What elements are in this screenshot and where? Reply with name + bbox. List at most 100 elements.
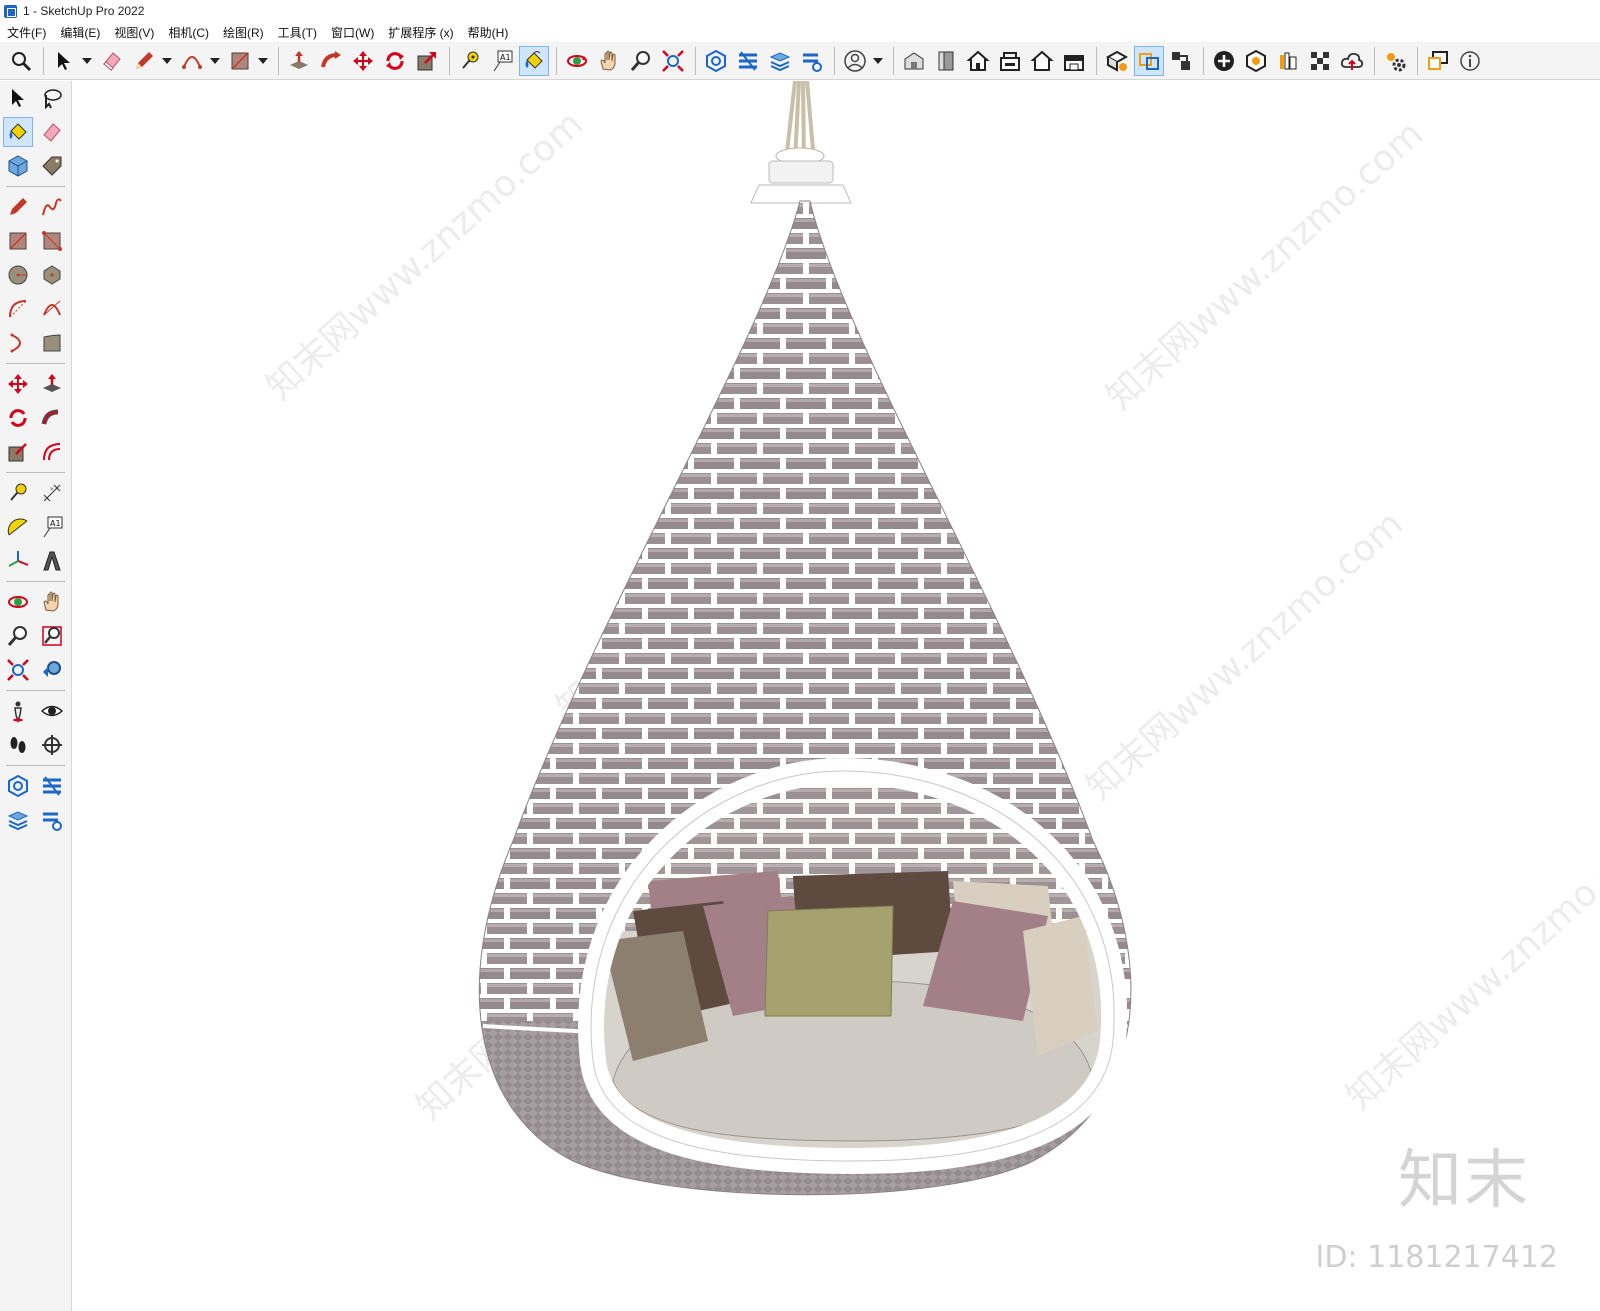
extension-warehouse-icon[interactable] [733,46,763,76]
eraser-icon[interactable] [37,117,67,147]
left-view-icon[interactable] [1059,46,1089,76]
info-icon[interactable] [1455,46,1485,76]
push-pull-icon[interactable] [37,369,67,399]
move-icon[interactable] [348,46,378,76]
menu-camera[interactable]: 相机(C) [161,24,216,41]
paint-bucket-icon[interactable] [3,117,33,147]
pencil-icon[interactable] [129,46,159,76]
scale-icon[interactable] [3,437,33,467]
text-icon[interactable]: A1 [37,512,67,542]
settings-icon[interactable] [1380,46,1410,76]
section-cuts-icon[interactable] [1166,46,1196,76]
arc-dropdown[interactable] [209,46,221,76]
tag-icon[interactable] [37,151,67,181]
rectangle-icon[interactable] [225,46,255,76]
menu-file[interactable]: 文件(F) [0,24,53,41]
select-icon[interactable] [49,46,79,76]
rotated-rectangle-icon[interactable] [37,226,67,256]
tape-measure-icon[interactable] [3,478,33,508]
section-plane-icon[interactable] [1102,46,1132,76]
zoom-extents-icon[interactable] [658,46,688,76]
styles-icon[interactable] [1273,46,1303,76]
iso-view-icon[interactable] [899,46,929,76]
lasso-select-icon[interactable] [37,83,67,113]
account-dropdown[interactable] [872,46,884,76]
right-view-icon[interactable] [995,46,1025,76]
layout-icon[interactable] [3,805,33,835]
three-point-arc-icon[interactable] [3,328,33,358]
top-view-icon[interactable] [963,46,993,76]
axes-icon[interactable] [3,546,33,576]
menu-help[interactable]: 帮助(H) [461,24,516,41]
section-plane-icon[interactable] [37,730,67,760]
circle-icon[interactable] [3,260,33,290]
paint-bucket-icon[interactable] [519,45,549,76]
pie-icon[interactable] [37,328,67,358]
hanging-rope [775,81,825,165]
pencil-dropdown[interactable] [161,46,173,76]
offset-icon[interactable] [37,437,67,467]
solid-tool-icon[interactable] [1209,46,1239,76]
warehouse-icon[interactable] [701,46,731,76]
two-point-arc-icon[interactable] [37,294,67,324]
polygon-icon[interactable] [37,260,67,290]
previous-view-icon[interactable] [37,655,67,685]
menu-window[interactable]: 窗口(W) [324,24,381,41]
rotate-icon[interactable] [3,403,33,433]
zoom-extents-icon[interactable] [3,655,33,685]
arc-icon[interactable] [3,294,33,324]
3d-text-icon[interactable] [37,546,67,576]
model-viewport[interactable]: 知末网www.znzmo.com 知末网www.znzmo.com 知末网www… [73,81,1600,1311]
menu-draw[interactable]: 绘图(R) [216,24,271,41]
rotate-icon[interactable] [380,46,410,76]
xray-icon[interactable] [1305,46,1335,76]
account-icon[interactable] [840,46,870,76]
line-icon[interactable] [3,192,33,222]
menu-tools[interactable]: 工具(T) [271,24,324,41]
dialog-icon[interactable] [1423,46,1453,76]
back-view-icon[interactable] [1027,46,1057,76]
component-icon[interactable] [3,151,33,181]
extension-warehouse-icon[interactable] [37,771,67,801]
pan-icon[interactable] [594,46,624,76]
display-section-icon[interactable] [1134,45,1164,76]
zoom-window-icon[interactable] [37,621,67,651]
cloud-icon[interactable] [1337,46,1367,76]
pan-icon[interactable] [37,587,67,617]
text-icon[interactable]: A1 [487,46,517,76]
menu-view[interactable]: 视图(V) [107,24,161,41]
look-around-icon[interactable] [37,696,67,726]
scale-icon[interactable] [412,46,442,76]
palette-divider [6,363,65,364]
rectangle-dropdown[interactable] [257,46,269,76]
zoom-icon[interactable] [626,46,656,76]
zoom-icon[interactable] [3,621,33,651]
outer-shell-icon[interactable] [1241,46,1271,76]
follow-me-icon[interactable] [316,46,346,76]
walk-icon[interactable] [3,730,33,760]
hanging-pod-chair-model[interactable] [73,81,1600,1311]
front-view-icon[interactable] [931,46,961,76]
layout-icon[interactable] [765,46,795,76]
eraser-icon[interactable] [97,46,127,76]
push-pull-icon[interactable] [284,46,314,76]
warehouse-icon[interactable] [3,771,33,801]
menu-edit[interactable]: 编辑(E) [53,24,107,41]
protractor-icon[interactable] [3,512,33,542]
search-icon[interactable] [6,46,36,76]
tape-measure-icon[interactable] [455,46,485,76]
follow-me-icon[interactable] [37,403,67,433]
freehand-icon[interactable] [37,192,67,222]
select-dropdown[interactable] [81,46,93,76]
orbit-icon[interactable] [3,587,33,617]
arc-icon[interactable] [177,46,207,76]
orbit-icon[interactable] [562,46,592,76]
extension-manager-icon[interactable] [37,805,67,835]
menu-extensions[interactable]: 扩展程序 (x) [381,24,460,41]
rectangle-icon[interactable] [3,226,33,256]
position-camera-icon[interactable] [3,696,33,726]
dimension-icon[interactable]: × [37,478,67,508]
select-icon[interactable] [3,83,33,113]
move-icon[interactable] [3,369,33,399]
extension-manager-icon[interactable] [797,46,827,76]
